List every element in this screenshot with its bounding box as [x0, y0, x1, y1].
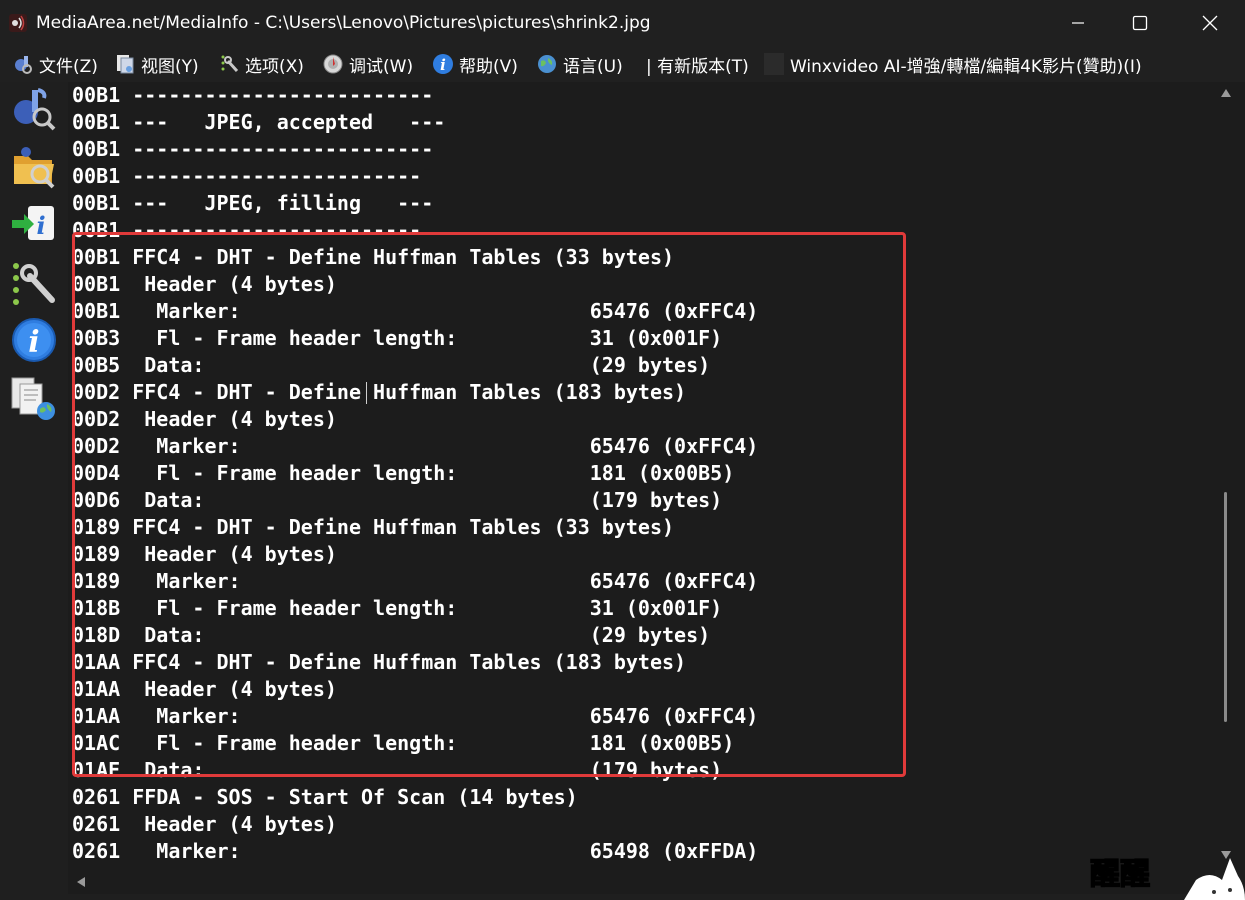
menu-new-version[interactable]: | 有新版本(T)	[646, 52, 749, 77]
preferences-button[interactable]	[10, 258, 58, 306]
report-line: 00B1 --- JPEG, accepted ---	[72, 110, 446, 134]
export-button[interactable]: i	[10, 200, 58, 248]
toolbar: i i	[0, 82, 68, 900]
about-icon: i	[12, 318, 56, 362]
svg-text:i: i	[36, 211, 45, 240]
speaker-icon	[9, 14, 27, 32]
close-button[interactable]	[1180, 0, 1240, 46]
report-line: 00B1 --- JPEG, filling ---	[72, 191, 434, 215]
view-icon	[117, 55, 134, 74]
knowledge-base-button[interactable]	[10, 374, 58, 422]
globe-icon	[538, 55, 556, 73]
menu-help[interactable]: i 帮助(V)	[432, 52, 518, 77]
highlight-annotation-box	[72, 232, 906, 777]
minimize-button[interactable]	[1048, 0, 1108, 46]
report-line: 0261 FFDA - SOS - Start Of Scan (14 byte…	[72, 785, 578, 809]
file-icon	[15, 56, 32, 74]
menu-debug-label: 调试(W)	[349, 56, 414, 77]
title-bar: MediaArea.net/MediaInfo - C:\Users\Lenov…	[0, 0, 1245, 46]
close-icon	[1202, 15, 1218, 31]
arrow-up-icon[interactable]	[1220, 88, 1232, 98]
watermark-text: 醒醒	[1090, 857, 1150, 892]
preferences-icon	[13, 263, 55, 305]
vertical-scroll-thumb[interactable]	[1224, 492, 1227, 722]
info-icon: i	[433, 54, 453, 74]
menu-language[interactable]: 语言(U)	[536, 52, 623, 77]
report-line: 00B1 -------------------------	[72, 83, 434, 107]
vertical-scrollbar[interactable]	[1215, 82, 1245, 870]
window-title: MediaArea.net/MediaInfo - C:\Users\Lenov…	[36, 13, 651, 33]
menu-file-label: 文件(Z)	[39, 56, 98, 77]
maximize-button[interactable]	[1110, 0, 1170, 46]
menu-options[interactable]: 选项(X)	[218, 52, 304, 77]
maximize-icon	[1132, 15, 1148, 31]
open-file-icon	[14, 88, 56, 131]
menu-sponsor-label: Winxvideo AI-增強/轉檔/編輯4K影片(贊助)(I)	[790, 56, 1142, 77]
horizontal-scrollbar[interactable]	[68, 870, 1215, 894]
menu-new-version-label: | 有新版本(T)	[646, 56, 749, 77]
menu-language-label: 语言(U)	[563, 56, 623, 77]
menu-file[interactable]: 文件(Z)	[12, 52, 98, 77]
menu-debug[interactable]: 调试(W)	[322, 52, 414, 77]
report-line: 0261 Marker: 65498 (0xFFDA)	[72, 839, 759, 863]
report-line: 00B1 -------------------------	[72, 137, 434, 161]
export-icon: i	[12, 206, 54, 240]
knowledge-base-icon	[11, 377, 55, 420]
wrench-icon	[221, 55, 239, 73]
debug-icon	[323, 54, 343, 74]
sponsor-icon	[764, 53, 784, 75]
watermark-logo: 醒醒	[1089, 856, 1245, 900]
menu-options-label: 选项(X)	[245, 56, 304, 77]
menu-view[interactable]: 视图(Y)	[114, 52, 199, 77]
menu-bar: 文件(Z) 视图(Y) 选项(X) 调试(W) i 帮助(V) 语言(U) | …	[0, 46, 1245, 82]
arrow-left-icon[interactable]	[76, 876, 86, 888]
menu-sponsor[interactable]: Winxvideo AI-增強/轉檔/編輯4K影片(贊助)(I)	[764, 52, 1142, 77]
report-line: 0261 Header (4 bytes)	[72, 812, 337, 836]
minimize-icon	[1072, 22, 1084, 24]
svg-text:i: i	[440, 56, 446, 74]
open-file-button[interactable]	[10, 84, 58, 132]
menu-help-label: 帮助(V)	[459, 56, 518, 77]
about-button[interactable]: i	[10, 316, 58, 364]
open-folder-button[interactable]	[10, 142, 58, 190]
menu-view-label: 视图(Y)	[141, 56, 199, 77]
svg-text:i: i	[28, 325, 39, 360]
report-line: 00B1 ------------------------	[72, 164, 422, 188]
open-folder-icon	[14, 147, 55, 189]
